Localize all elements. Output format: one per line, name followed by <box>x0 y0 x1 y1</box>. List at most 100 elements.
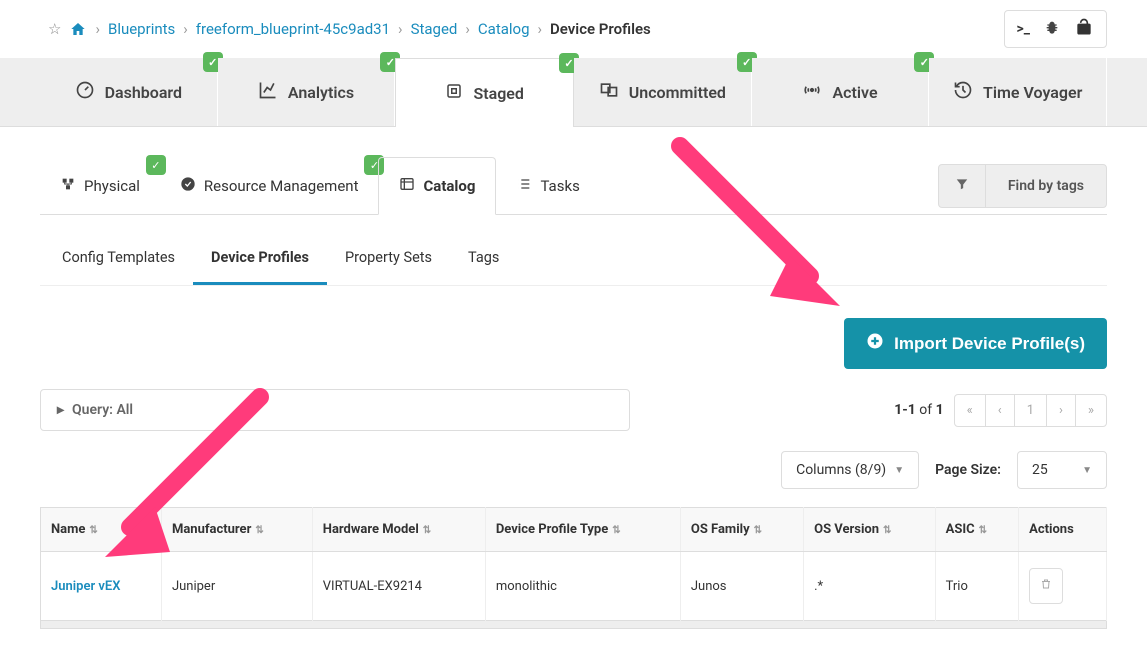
tab-analytics-label: Analytics <box>288 83 354 102</box>
chevron-right-icon: › <box>538 20 543 38</box>
th-dp-type[interactable]: Device Profile Type⇅ <box>485 508 680 552</box>
list-icon <box>516 176 532 196</box>
th-actions-label: Actions <box>1029 522 1074 537</box>
sort-icon: ⇅ <box>255 525 263 536</box>
catalog-icon <box>399 176 415 196</box>
chevron-right-icon: › <box>183 20 188 38</box>
table-row: Juniper vEX Juniper VIRTUAL-EX9214 monol… <box>41 552 1107 621</box>
filter-icon <box>939 165 986 207</box>
th-manufacturer-label: Manufacturer <box>172 522 251 537</box>
th-hw-model[interactable]: Hardware Model⇅ <box>312 508 485 552</box>
import-device-profiles-button[interactable]: Import Device Profile(s) <box>844 318 1107 369</box>
breadcrumb: ☆ › Blueprints › freeform_blueprint-45c9… <box>48 20 651 38</box>
pager-next[interactable]: › <box>1047 395 1076 426</box>
query-box[interactable]: ▸ Query: All <box>40 389 630 431</box>
caret-down-icon: ▼ <box>894 465 904 476</box>
cell-os-version: .* <box>804 552 936 621</box>
cell-dp-type: monolithic <box>485 552 680 621</box>
tab-uncommitted[interactable]: Uncommitted ✓ <box>574 58 752 126</box>
pager-last[interactable]: » <box>1076 395 1106 426</box>
resource-icon <box>180 176 196 196</box>
pager-buttons: « ‹ 1 › » <box>954 394 1107 427</box>
th-manufacturer[interactable]: Manufacturer ⇅ <box>161 508 312 552</box>
pager-page[interactable]: 1 <box>1015 395 1047 426</box>
sort-icon: ⇅ <box>89 525 97 536</box>
unlock-icon[interactable] <box>1074 17 1094 41</box>
th-os-family-label: OS Family <box>691 522 750 537</box>
pager-prev[interactable]: ‹ <box>986 395 1015 426</box>
tertiary-tabs: Config Templates Device Profiles Propert… <box>40 233 1107 286</box>
th-name-label: Name <box>51 522 85 537</box>
breadcrumb-catalog[interactable]: Catalog <box>478 20 530 38</box>
columns-dropdown[interactable]: Columns (8/9) ▼ <box>781 451 919 489</box>
layers-icon <box>599 80 619 104</box>
pager-of: of <box>919 402 932 418</box>
find-by-tags[interactable]: Find by tags <box>938 164 1107 208</box>
plus-circle-icon <box>866 332 884 355</box>
cell-actions <box>1019 552 1107 621</box>
th-os-family[interactable]: OS Family ⇅ <box>680 508 803 552</box>
sort-icon: ⇅ <box>979 525 987 536</box>
find-by-tags-label: Find by tags <box>986 166 1106 206</box>
th-name[interactable]: Name ⇅ <box>41 508 162 552</box>
caret-right-icon: ▸ <box>57 402 64 418</box>
trash-icon <box>1040 577 1052 591</box>
sort-icon: ⇅ <box>754 525 762 536</box>
broadcast-icon <box>802 80 822 104</box>
th-os-version[interactable]: OS Version⇅ <box>804 508 936 552</box>
gauge-icon <box>75 80 95 104</box>
th-os-version-label: OS Version <box>814 522 879 537</box>
caret-down-icon: ▼ <box>1082 465 1092 476</box>
bug-icon[interactable] <box>1044 19 1060 39</box>
page-size-dropdown[interactable]: 25 ▼ <box>1017 451 1107 489</box>
subtab-resource-mgmt[interactable]: Resource Management ✓ <box>160 157 379 214</box>
tab-dashboard-label: Dashboard <box>105 83 182 102</box>
ttab-tags[interactable]: Tags <box>450 233 517 285</box>
sub-tabs: Physical ✓ Resource Management ✓ Catalog… <box>40 157 600 214</box>
ttab-config-templates[interactable]: Config Templates <box>44 233 193 285</box>
th-asic-label: ASIC <box>946 522 975 537</box>
main-tabs: Dashboard ✓ Analytics ✓ Staged ✓ Uncommi… <box>0 58 1147 127</box>
columns-dropdown-label: Columns (8/9) <box>796 462 886 478</box>
tab-active[interactable]: Active ✓ <box>752 58 930 126</box>
cell-manufacturer: Juniper <box>161 552 312 621</box>
pager-total: 1 <box>936 402 944 418</box>
history-icon <box>953 80 973 104</box>
import-button-label: Import Device Profile(s) <box>894 334 1085 354</box>
breadcrumb-current: Device Profiles <box>550 20 651 38</box>
ttab-device-profiles[interactable]: Device Profiles <box>193 233 327 285</box>
node-icon <box>60 176 76 196</box>
home-icon[interactable] <box>69 21 87 37</box>
pager: 1-1 of 1 « ‹ 1 › » <box>894 394 1107 427</box>
pager-range: 1-1 <box>894 402 916 418</box>
staged-icon <box>445 82 463 104</box>
page-size-label: Page Size: <box>935 462 1001 478</box>
breadcrumb-blueprint-name[interactable]: freeform_blueprint-45c9ad31 <box>196 20 390 38</box>
top-actions: >_ <box>1004 10 1107 48</box>
subtab-catalog[interactable]: Catalog <box>378 157 496 215</box>
page-size-value: 25 <box>1032 462 1048 478</box>
cell-asic: Trio <box>935 552 1019 621</box>
tab-staged[interactable]: Staged ✓ <box>395 58 574 127</box>
tab-uncommitted-label: Uncommitted <box>629 83 726 102</box>
subtab-resource-mgmt-label: Resource Management <box>204 177 359 195</box>
tab-active-label: Active <box>832 83 877 102</box>
chevron-right-icon: › <box>95 20 100 38</box>
breadcrumb-blueprints[interactable]: Blueprints <box>108 20 175 38</box>
console-icon[interactable]: >_ <box>1017 21 1030 37</box>
subtab-tasks[interactable]: Tasks <box>496 157 599 214</box>
subtab-physical[interactable]: Physical ✓ <box>40 157 160 214</box>
ttab-property-sets[interactable]: Property Sets <box>327 233 450 285</box>
delete-button[interactable] <box>1029 568 1063 604</box>
sort-icon: ⇅ <box>612 525 620 536</box>
star-icon[interactable]: ☆ <box>48 20 61 38</box>
subtab-catalog-label: Catalog <box>423 177 475 195</box>
cell-name[interactable]: Juniper vEX <box>41 552 162 621</box>
tab-dashboard[interactable]: Dashboard ✓ <box>40 58 218 126</box>
breadcrumb-staged[interactable]: Staged <box>411 20 458 38</box>
sort-icon: ⇅ <box>423 525 431 536</box>
tab-time-voyager[interactable]: Time Voyager <box>929 58 1107 126</box>
tab-analytics[interactable]: Analytics ✓ <box>218 58 396 126</box>
pager-first[interactable]: « <box>955 395 986 426</box>
th-asic[interactable]: ASIC ⇅ <box>935 508 1019 552</box>
